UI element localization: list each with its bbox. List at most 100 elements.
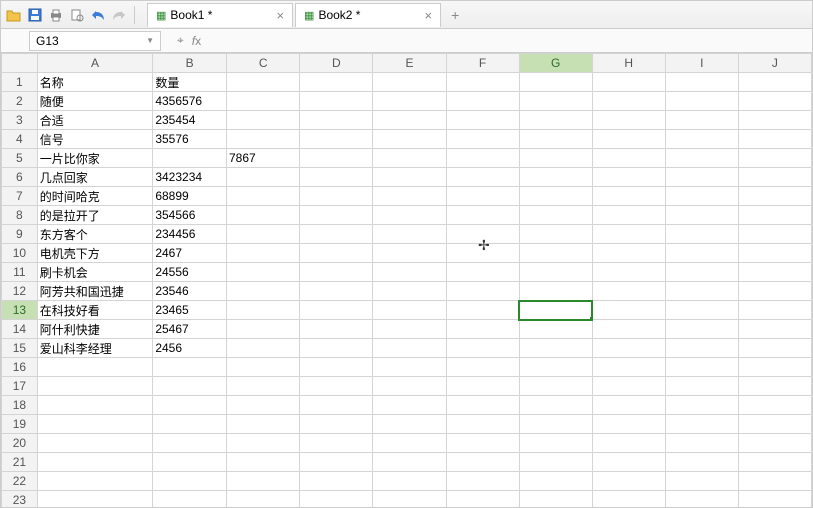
cell-C23[interactable] <box>226 491 299 508</box>
cell-C11[interactable] <box>226 263 299 282</box>
row-header-15[interactable]: 15 <box>2 339 38 358</box>
cell-D4[interactable] <box>300 130 373 149</box>
cell-B7[interactable]: 68899 <box>153 187 227 206</box>
cell-F20[interactable] <box>446 434 519 453</box>
cell-F10[interactable] <box>446 244 519 263</box>
cell-B10[interactable]: 2467 <box>153 244 227 263</box>
cell-G8[interactable] <box>519 206 592 225</box>
cell-G23[interactable] <box>519 491 592 508</box>
col-header-A[interactable]: A <box>37 54 153 73</box>
col-header-C[interactable]: C <box>226 54 299 73</box>
cell-A8[interactable]: 的是拉开了 <box>37 206 153 225</box>
cell-B15[interactable]: 2456 <box>153 339 227 358</box>
cell-C21[interactable] <box>226 453 299 472</box>
cell-G17[interactable] <box>519 377 592 396</box>
cell-J1[interactable] <box>738 73 811 92</box>
cell-J19[interactable] <box>738 415 811 434</box>
col-header-F[interactable]: F <box>446 54 519 73</box>
cell-J5[interactable] <box>738 149 811 168</box>
cell-H21[interactable] <box>592 453 665 472</box>
cell-I10[interactable] <box>665 244 738 263</box>
cell-J12[interactable] <box>738 282 811 301</box>
cell-E20[interactable] <box>373 434 446 453</box>
tab-book2[interactable]: ▦ Book2 * × <box>295 3 441 27</box>
cell-E23[interactable] <box>373 491 446 508</box>
cell-F1[interactable] <box>446 73 519 92</box>
cell-D6[interactable] <box>300 168 373 187</box>
cell-C9[interactable] <box>226 225 299 244</box>
cell-D9[interactable] <box>300 225 373 244</box>
fx-icon[interactable]: fx <box>192 34 201 48</box>
cell-H1[interactable] <box>592 73 665 92</box>
cell-C8[interactable] <box>226 206 299 225</box>
cell-I13[interactable] <box>665 301 738 320</box>
col-header-G[interactable]: G <box>519 54 592 73</box>
cell-B13[interactable]: 23465 <box>153 301 227 320</box>
cell-H17[interactable] <box>592 377 665 396</box>
cell-C2[interactable] <box>226 92 299 111</box>
cell-H9[interactable] <box>592 225 665 244</box>
cell-C1[interactable] <box>226 73 299 92</box>
cell-B2[interactable]: 4356576 <box>153 92 227 111</box>
cell-B14[interactable]: 25467 <box>153 320 227 339</box>
cell-D18[interactable] <box>300 396 373 415</box>
cell-H23[interactable] <box>592 491 665 508</box>
cell-G5[interactable] <box>519 149 592 168</box>
cell-J11[interactable] <box>738 263 811 282</box>
cell-B17[interactable] <box>153 377 227 396</box>
cell-G14[interactable] <box>519 320 592 339</box>
cell-E9[interactable] <box>373 225 446 244</box>
cell-E15[interactable] <box>373 339 446 358</box>
cell-G12[interactable] <box>519 282 592 301</box>
cell-D12[interactable] <box>300 282 373 301</box>
cell-B23[interactable] <box>153 491 227 508</box>
cell-G3[interactable] <box>519 111 592 130</box>
cell-A5[interactable]: 一片比你家 <box>37 149 153 168</box>
close-icon[interactable]: × <box>424 8 432 23</box>
cell-J8[interactable] <box>738 206 811 225</box>
cell-J21[interactable] <box>738 453 811 472</box>
save-icon[interactable] <box>26 6 44 24</box>
cell-G2[interactable] <box>519 92 592 111</box>
cell-E21[interactable] <box>373 453 446 472</box>
cell-J22[interactable] <box>738 472 811 491</box>
cell-D16[interactable] <box>300 358 373 377</box>
cell-J23[interactable] <box>738 491 811 508</box>
cell-F18[interactable] <box>446 396 519 415</box>
cell-I9[interactable] <box>665 225 738 244</box>
row-header-17[interactable]: 17 <box>2 377 38 396</box>
cell-D2[interactable] <box>300 92 373 111</box>
cell-I20[interactable] <box>665 434 738 453</box>
cell-F21[interactable] <box>446 453 519 472</box>
formula-input[interactable] <box>209 31 812 51</box>
cell-B20[interactable] <box>153 434 227 453</box>
select-all-corner[interactable] <box>2 54 38 73</box>
cell-C3[interactable] <box>226 111 299 130</box>
undo-icon[interactable] <box>89 6 107 24</box>
col-header-D[interactable]: D <box>300 54 373 73</box>
cell-D11[interactable] <box>300 263 373 282</box>
cell-E8[interactable] <box>373 206 446 225</box>
cell-A9[interactable]: 东方客个 <box>37 225 153 244</box>
row-header-20[interactable]: 20 <box>2 434 38 453</box>
cell-H14[interactable] <box>592 320 665 339</box>
cell-B4[interactable]: 35576 <box>153 130 227 149</box>
row-header-1[interactable]: 1 <box>2 73 38 92</box>
cell-I1[interactable] <box>665 73 738 92</box>
cell-E10[interactable] <box>373 244 446 263</box>
cell-I19[interactable] <box>665 415 738 434</box>
cell-B6[interactable]: 3423234 <box>153 168 227 187</box>
row-header-11[interactable]: 11 <box>2 263 38 282</box>
cell-D1[interactable] <box>300 73 373 92</box>
cell-F17[interactable] <box>446 377 519 396</box>
col-header-I[interactable]: I <box>665 54 738 73</box>
cell-F3[interactable] <box>446 111 519 130</box>
cell-E13[interactable] <box>373 301 446 320</box>
cell-D21[interactable] <box>300 453 373 472</box>
row-header-9[interactable]: 9 <box>2 225 38 244</box>
cell-I3[interactable] <box>665 111 738 130</box>
cell-J15[interactable] <box>738 339 811 358</box>
cell-H3[interactable] <box>592 111 665 130</box>
redo-icon[interactable] <box>110 6 128 24</box>
cell-C18[interactable] <box>226 396 299 415</box>
